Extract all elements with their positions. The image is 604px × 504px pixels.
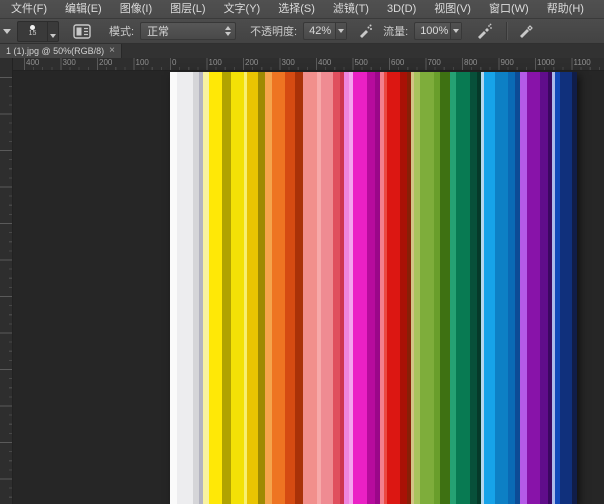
menu-bar: 文件(F) 编辑(E) 图像(I) 图层(L) 文字(Y) 选择(S) 滤镜(T) 3D(D)… <box>0 0 604 19</box>
menu-item-window[interactable]: 窗口(W) <box>480 0 538 18</box>
canvas-stripe <box>495 72 508 504</box>
canvas-stripe <box>456 72 470 504</box>
canvas-stripe <box>303 72 317 504</box>
flow-value: 100% <box>420 25 449 37</box>
brush-picker-chevron[interactable] <box>47 21 58 41</box>
canvas-stripe <box>177 72 193 504</box>
ruler-label: 400 <box>318 58 332 67</box>
opacity-dropdown[interactable]: 42% <box>303 22 348 40</box>
canvas-stripe <box>540 72 548 504</box>
pressure-size-button[interactable] <box>517 23 534 39</box>
ruler-label: 100 <box>208 58 222 67</box>
menu-item-layer[interactable]: 图层(L) <box>161 0 214 18</box>
menu-item-edit[interactable]: 编辑(E) <box>56 0 111 18</box>
ruler-label: 600 <box>391 58 405 67</box>
canvas-stripe <box>527 72 540 504</box>
airbrush-button[interactable] <box>476 23 493 39</box>
canvas-stripe <box>387 72 400 504</box>
canvas-stripe <box>231 72 244 504</box>
brush-preview: 15 <box>18 22 47 41</box>
canvas-stripe <box>420 72 434 504</box>
menu-item-3d[interactable]: 3D(D) <box>378 0 425 18</box>
canvas-stripe <box>285 72 295 504</box>
ruler-label: 700 <box>427 58 441 67</box>
canvas-stripe <box>295 72 303 504</box>
canvas-stripe <box>258 72 265 504</box>
tab-close-icon[interactable]: × <box>109 46 115 56</box>
ruler-label: 100 <box>135 58 149 67</box>
brush-size-value: 15 <box>28 29 37 37</box>
menu-item-file[interactable]: 文件(F) <box>2 0 56 18</box>
menu-item-help[interactable]: 帮助(H) <box>538 0 593 18</box>
opacity-chevron[interactable] <box>335 23 347 39</box>
canvas-stripe <box>209 72 222 504</box>
opacity-label: 不透明度: <box>250 26 298 38</box>
chevron-down-icon <box>338 29 345 33</box>
ruler-label: 500 <box>354 58 368 67</box>
canvas-stripe <box>560 72 572 504</box>
ruler-label: 900 <box>500 58 514 67</box>
opacity-value: 42% <box>309 25 332 37</box>
pressure-opacity-button[interactable] <box>357 23 373 39</box>
ruler-label: 1000 <box>537 58 555 67</box>
options-bar: 15 模式: 正常 不透明度: 42% 流量: 100% <box>0 19 604 44</box>
airbrush-icon <box>478 23 493 39</box>
canvas-stripe <box>470 72 477 504</box>
ruler-corner <box>0 58 13 71</box>
document-tab[interactable]: 1 (1).jpg @ 50%(RGB/8) × <box>0 44 123 58</box>
blend-mode-dropdown[interactable]: 正常 <box>140 22 237 40</box>
flow-chevron[interactable] <box>450 23 462 39</box>
canvas-stripe <box>400 72 407 504</box>
ruler-label: 300 <box>281 58 295 67</box>
chevron-down-icon <box>453 29 460 33</box>
menu-item-view[interactable]: 视图(V) <box>425 0 480 18</box>
canvas-stripe <box>508 72 515 504</box>
canvas-stripe <box>353 72 367 504</box>
canvas-stripe <box>367 72 375 504</box>
ruler-label: 200 <box>245 58 259 67</box>
menu-item-filter[interactable]: 滤镜(T) <box>324 0 378 18</box>
canvas-stripe <box>440 72 450 504</box>
canvas-stripe <box>222 72 231 504</box>
flow-label: 流量: <box>383 26 409 38</box>
photoshop-window: 文件(F) 编辑(E) 图像(I) 图层(L) 文字(Y) 选择(S) 滤镜(T) 3D(D)… <box>0 0 604 504</box>
ruler-label: 200 <box>99 58 113 67</box>
toggle-brush-panel-button[interactable] <box>71 22 93 40</box>
canvas-stripe <box>265 72 272 504</box>
blend-mode-value: 正常 <box>147 26 170 38</box>
chevron-down-icon <box>50 33 56 38</box>
ruler-label: 400 <box>26 58 40 67</box>
ruler-label: 1100 <box>573 58 591 67</box>
vertical-ruler[interactable] <box>0 71 13 504</box>
horizontal-ruler[interactable]: 400 300 200 100 0 100 200 300 400 500 600 700 800 900… <box>0 58 604 71</box>
document-tab-title: 1 (1).jpg @ 50%(RGB/8) <box>6 46 105 56</box>
updown-arrows-icon <box>225 26 232 36</box>
canvas-stripe <box>572 72 577 504</box>
canvas-stripe <box>484 72 495 504</box>
canvas-stripe <box>333 72 340 504</box>
canvas-stripe <box>170 72 177 504</box>
pen-pressure-size-icon <box>520 25 534 38</box>
menu-item-image[interactable]: 图像(I) <box>111 0 161 18</box>
canvas-stripe <box>520 72 527 504</box>
brush-preset-picker[interactable]: 15 <box>17 20 59 42</box>
workspace <box>0 71 604 504</box>
mode-label: 模式: <box>109 26 135 38</box>
canvas-stripe <box>321 72 333 504</box>
document-tab-bar: 1 (1).jpg @ 50%(RGB/8) × <box>0 44 604 58</box>
canvas-stripe <box>247 72 258 504</box>
menu-item-type[interactable]: 文字(Y) <box>215 0 270 18</box>
menu-item-select[interactable]: 选择(S) <box>269 0 324 18</box>
ruler-label: 300 <box>62 58 76 67</box>
ruler-label: 0 <box>172 58 177 67</box>
canvas-stripe <box>272 72 285 504</box>
tool-preset-chevron-icon[interactable] <box>3 28 11 34</box>
pen-pressure-opacity-icon <box>360 24 373 38</box>
ruler-label: 800 <box>464 58 478 67</box>
brush-panel-icon <box>73 23 91 39</box>
options-separator <box>506 22 508 40</box>
flow-dropdown[interactable]: 100% <box>414 22 463 40</box>
document-canvas[interactable] <box>170 72 577 504</box>
